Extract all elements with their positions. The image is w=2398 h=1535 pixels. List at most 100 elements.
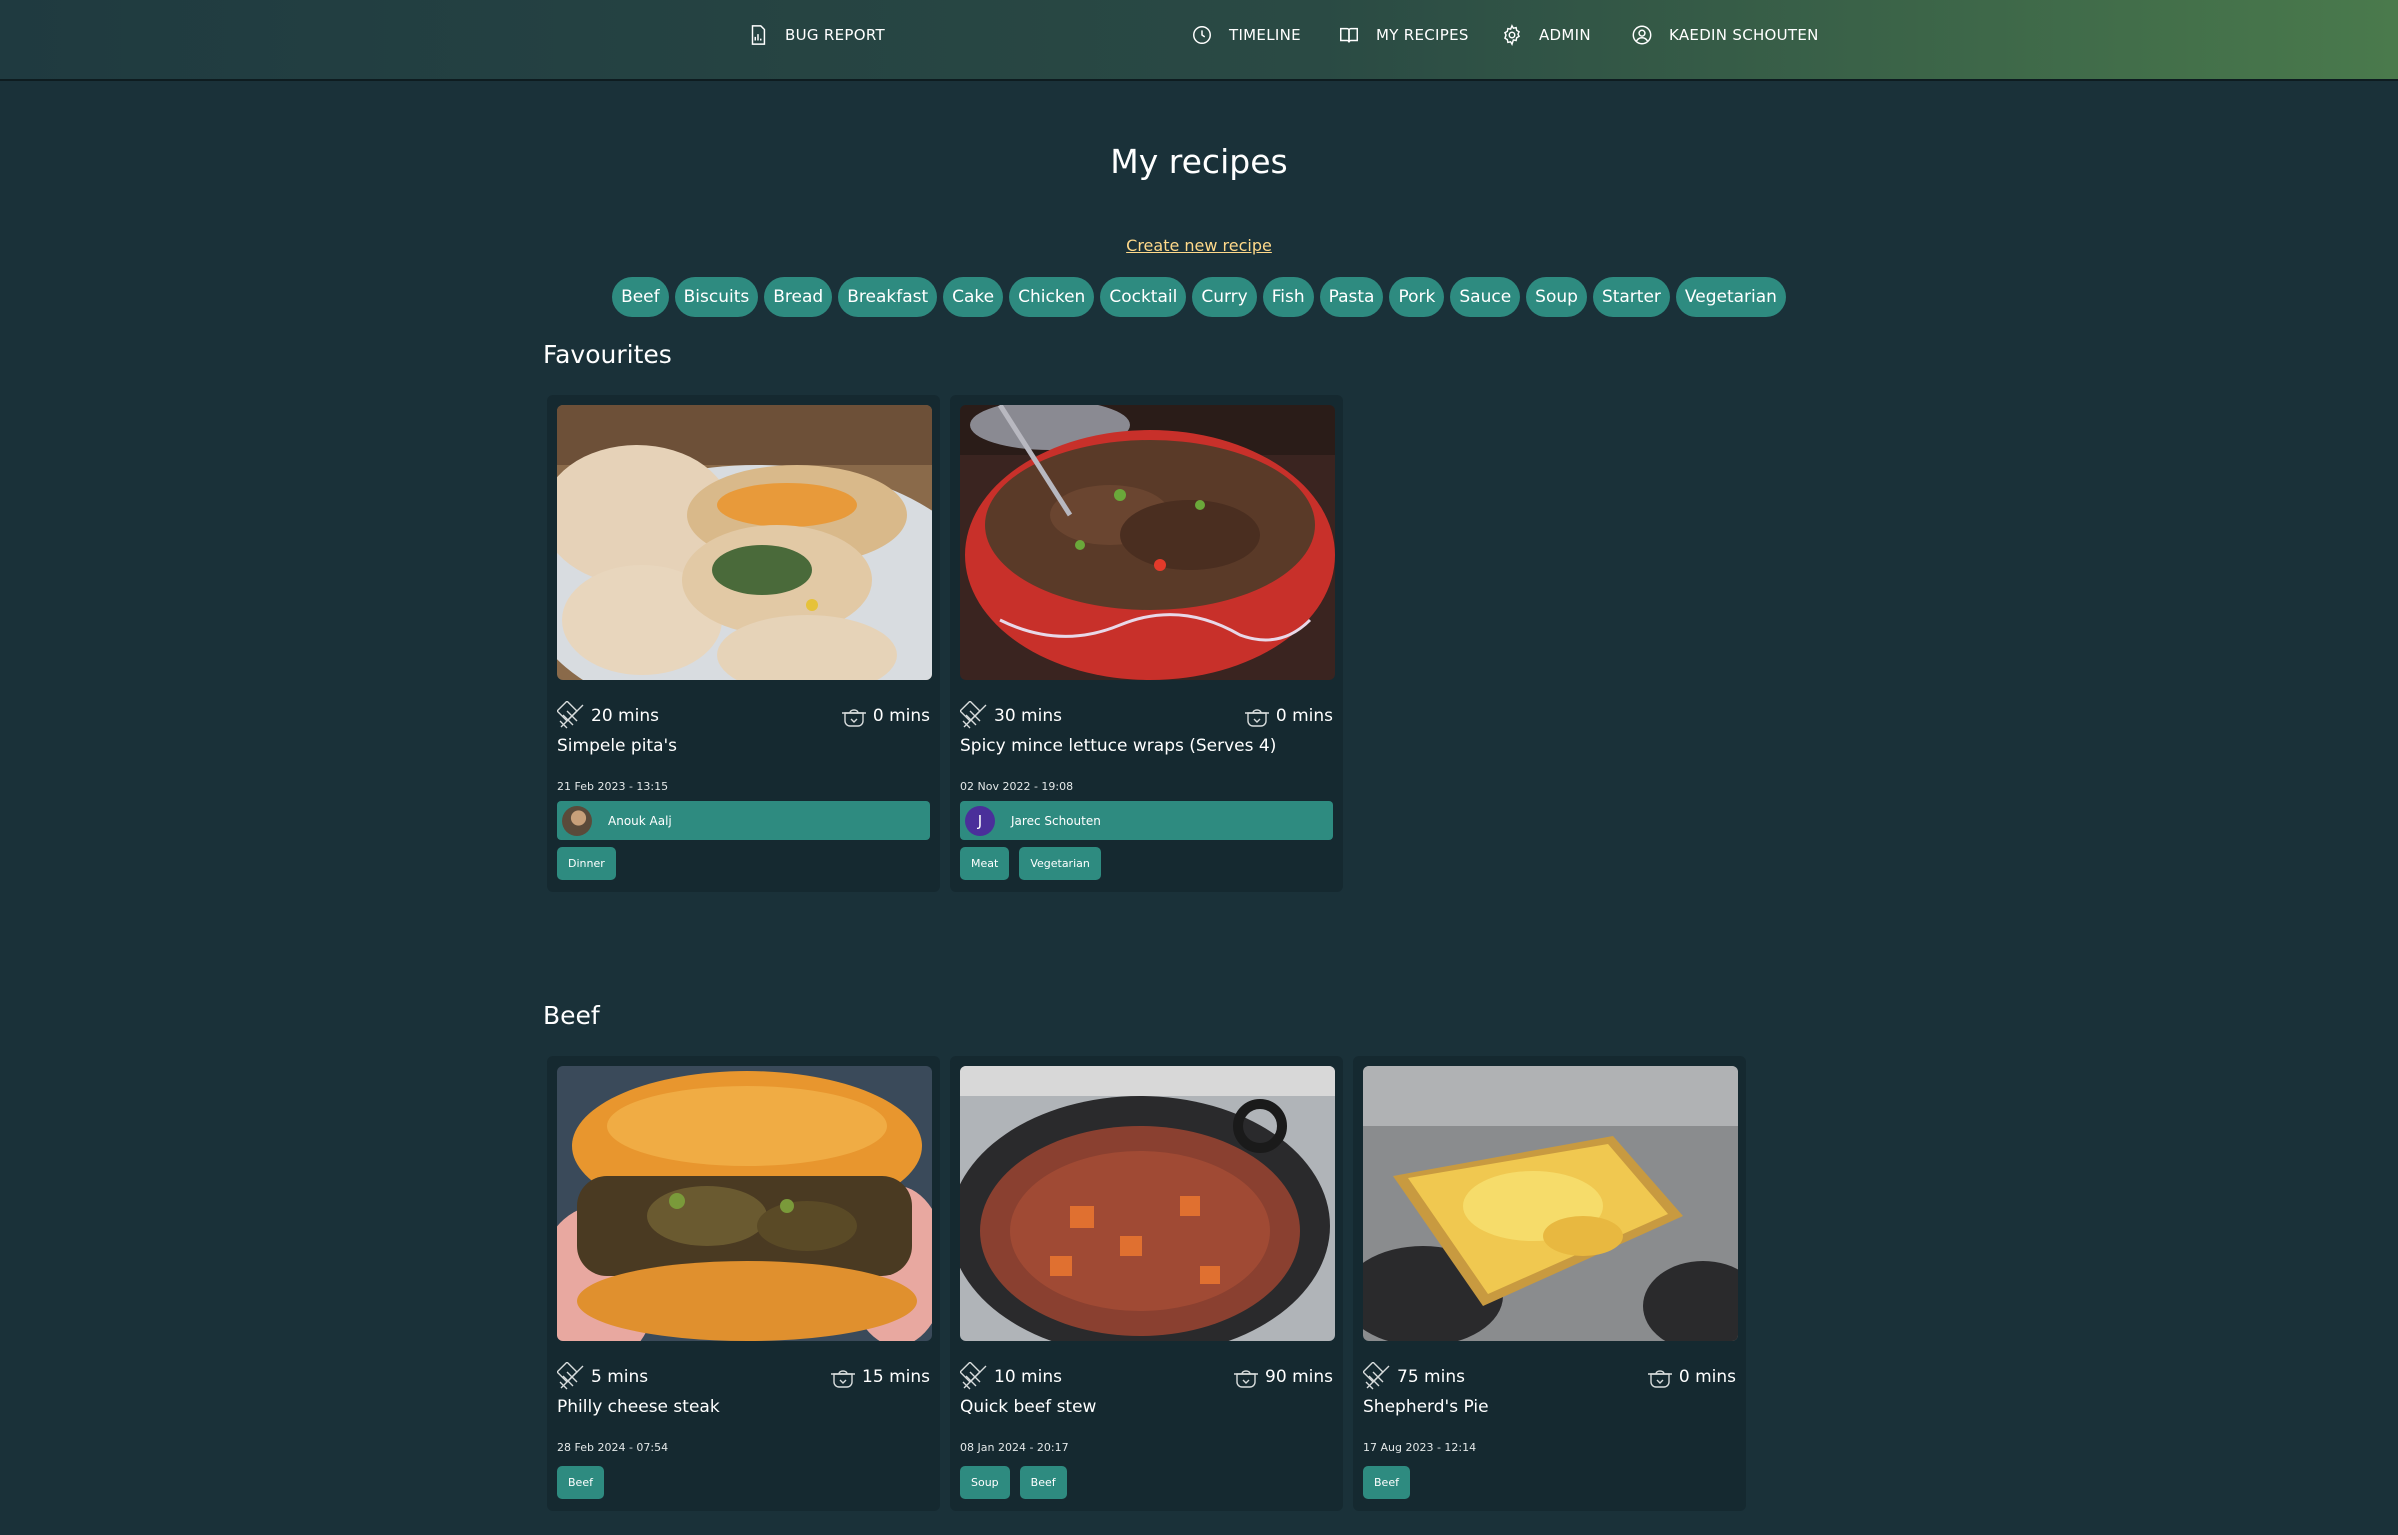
category-chip[interactable]: Beef <box>612 277 669 317</box>
knife-board-icon <box>557 701 584 729</box>
prep-time: 5 mins <box>557 1362 648 1392</box>
prep-time-value: 20 mins <box>591 706 659 726</box>
mince-bowl-photo <box>960 405 1335 680</box>
category-chip[interactable]: Breakfast <box>838 277 938 317</box>
nav-my-recipes[interactable]: MY RECIPES <box>1338 22 1469 48</box>
category-filter-chips: Beef Biscuits Bread Breakfast Cake Chick… <box>0 277 2398 317</box>
category-chip[interactable]: Vegetarian <box>1675 277 1786 317</box>
recipe-title[interactable]: Philly cheese steak <box>557 1397 930 1419</box>
recipe-tags: Soup Beef <box>960 1466 1333 1499</box>
clock-icon <box>1193 26 1211 44</box>
recipe-photo[interactable] <box>557 405 932 680</box>
category-chip[interactable]: Soup <box>1526 277 1587 317</box>
recipe-tag[interactable]: Vegetarian <box>1019 847 1101 880</box>
recipe-photo[interactable] <box>1363 1066 1738 1341</box>
nav-my-recipes-label: MY RECIPES <box>1376 26 1469 44</box>
recipe-tag[interactable]: Soup <box>960 1466 1010 1499</box>
recipe-card[interactable]: 20 mins 0 mins Simpele pita's 21 Feb 202… <box>547 395 940 892</box>
recipe-tag[interactable]: Meat <box>960 847 1010 880</box>
recipe-photo[interactable] <box>557 1066 932 1341</box>
pot-icon <box>1647 1370 1672 1388</box>
category-chip[interactable]: Curry <box>1192 277 1257 317</box>
recipe-card[interactable]: 30 mins 0 mins Spicy mince lettuce wraps… <box>950 395 1343 892</box>
recipe-card[interactable]: 75 mins 0 mins Shepherd's Pie 17 Aug 202… <box>1353 1056 1746 1511</box>
cook-time-value: 0 mins <box>1678 1367 1736 1387</box>
recipe-card[interactable]: 5 mins 15 mins Philly cheese steak 28 Fe… <box>547 1056 940 1511</box>
recipe-tags: Meat Vegetarian <box>960 847 1333 880</box>
category-chip[interactable]: Pasta <box>1319 277 1384 317</box>
avatar: J <box>965 805 995 836</box>
recipe-tag[interactable]: Beef <box>1363 1466 1410 1499</box>
prep-time-value: 30 mins <box>994 706 1062 726</box>
cook-time: 0 mins <box>1242 701 1333 731</box>
knife-board-icon <box>1363 1362 1390 1390</box>
recipe-title[interactable]: Spicy mince lettuce wraps (Serves 4) <box>960 736 1333 758</box>
cook-time-value: 0 mins <box>872 706 930 726</box>
nav-timeline-label: TIMELINE <box>1229 26 1301 44</box>
prep-time: 30 mins <box>960 701 1062 731</box>
cook-time: 90 mins <box>1231 1362 1333 1392</box>
recipe-times: 20 mins 0 mins <box>557 701 930 731</box>
favourites-card-list: 20 mins 0 mins Simpele pita's 21 Feb 202… <box>547 395 1343 892</box>
beef-card-list: 5 mins 15 mins Philly cheese steak 28 Fe… <box>547 1056 1746 1511</box>
author-badge[interactable]: Anouk Aalj <box>557 801 930 840</box>
nav-timeline[interactable]: TIMELINE <box>1191 22 1301 48</box>
philly-sandwich-photo <box>557 1066 932 1341</box>
recipe-times: 75 mins 0 mins <box>1363 1362 1736 1392</box>
beef-section-title: Beef <box>543 1001 600 1030</box>
recipe-card[interactable]: 10 mins 90 mins Quick beef stew 08 Jan 2… <box>950 1056 1343 1511</box>
user-circle-icon <box>1632 25 1652 45</box>
knife-board-icon <box>557 1362 584 1390</box>
prep-time-value: 10 mins <box>994 1367 1062 1387</box>
category-chip[interactable]: Fish <box>1262 277 1314 317</box>
category-chip[interactable]: Cocktail <box>1100 277 1187 317</box>
category-chip[interactable]: Starter <box>1592 277 1670 317</box>
recipe-title[interactable]: Quick beef stew <box>960 1397 1333 1419</box>
cook-time-value: 0 mins <box>1275 706 1333 726</box>
recipe-tags: Dinner <box>557 847 930 880</box>
author-name: Jarec Schouten <box>1011 813 1101 828</box>
recipe-tags: Beef <box>1363 1466 1736 1499</box>
cook-time: 15 mins <box>828 1362 930 1392</box>
category-chip[interactable]: Sauce <box>1450 277 1521 317</box>
prep-time: 20 mins <box>557 701 659 731</box>
nav-admin[interactable]: ADMIN <box>1501 22 1591 48</box>
category-chip[interactable]: Chicken <box>1009 277 1095 317</box>
nav-user-profile[interactable]: KAEDIN SCHOUTEN <box>1631 22 1819 48</box>
book-icon <box>1340 27 1358 43</box>
cook-time-value: 15 mins <box>862 1367 930 1387</box>
cook-time: 0 mins <box>1645 1362 1736 1392</box>
prep-time: 10 mins <box>960 1362 1062 1392</box>
recipe-date: 17 Aug 2023 - 12:14 <box>1363 1441 1477 1454</box>
author-name: Anouk Aalj <box>608 813 672 828</box>
recipe-title[interactable]: Simpele pita's <box>557 736 930 758</box>
recipe-tag[interactable]: Dinner <box>557 847 616 880</box>
recipe-times: 30 mins 0 mins <box>960 701 1333 731</box>
recipe-times: 5 mins 15 mins <box>557 1362 930 1392</box>
recipe-tag[interactable]: Beef <box>557 1466 604 1499</box>
pot-icon <box>1244 709 1269 727</box>
category-chip[interactable]: Cake <box>943 277 1004 317</box>
cook-time: 0 mins <box>839 701 930 731</box>
recipe-tag[interactable]: Beef <box>1019 1466 1067 1499</box>
author-badge[interactable]: J Jarec Schouten <box>960 801 1333 840</box>
report-icon <box>751 25 766 45</box>
nav-bug-report-label: BUG REPORT <box>785 26 885 44</box>
recipe-times: 10 mins 90 mins <box>960 1362 1333 1392</box>
recipe-date: 21 Feb 2023 - 13:15 <box>557 780 669 793</box>
category-chip[interactable]: Biscuits <box>674 277 759 317</box>
nav-bug-report[interactable]: BUG REPORT <box>747 22 885 48</box>
category-chip[interactable]: Bread <box>764 277 833 317</box>
create-recipe-link[interactable]: Create new recipe <box>1126 236 1272 255</box>
pita-photo <box>557 405 932 680</box>
page-title: My recipes <box>1110 142 1288 181</box>
pot-icon <box>831 1370 856 1388</box>
recipe-title[interactable]: Shepherd's Pie <box>1363 1397 1736 1419</box>
create-recipe-link-row: Create new recipe <box>0 236 2398 255</box>
recipe-photo[interactable] <box>960 1066 1335 1341</box>
recipe-photo[interactable] <box>960 405 1335 680</box>
category-chip[interactable]: Pork <box>1389 277 1445 317</box>
knife-board-icon <box>960 701 987 729</box>
knife-board-icon <box>960 1362 987 1390</box>
gear-icon <box>1503 24 1521 46</box>
